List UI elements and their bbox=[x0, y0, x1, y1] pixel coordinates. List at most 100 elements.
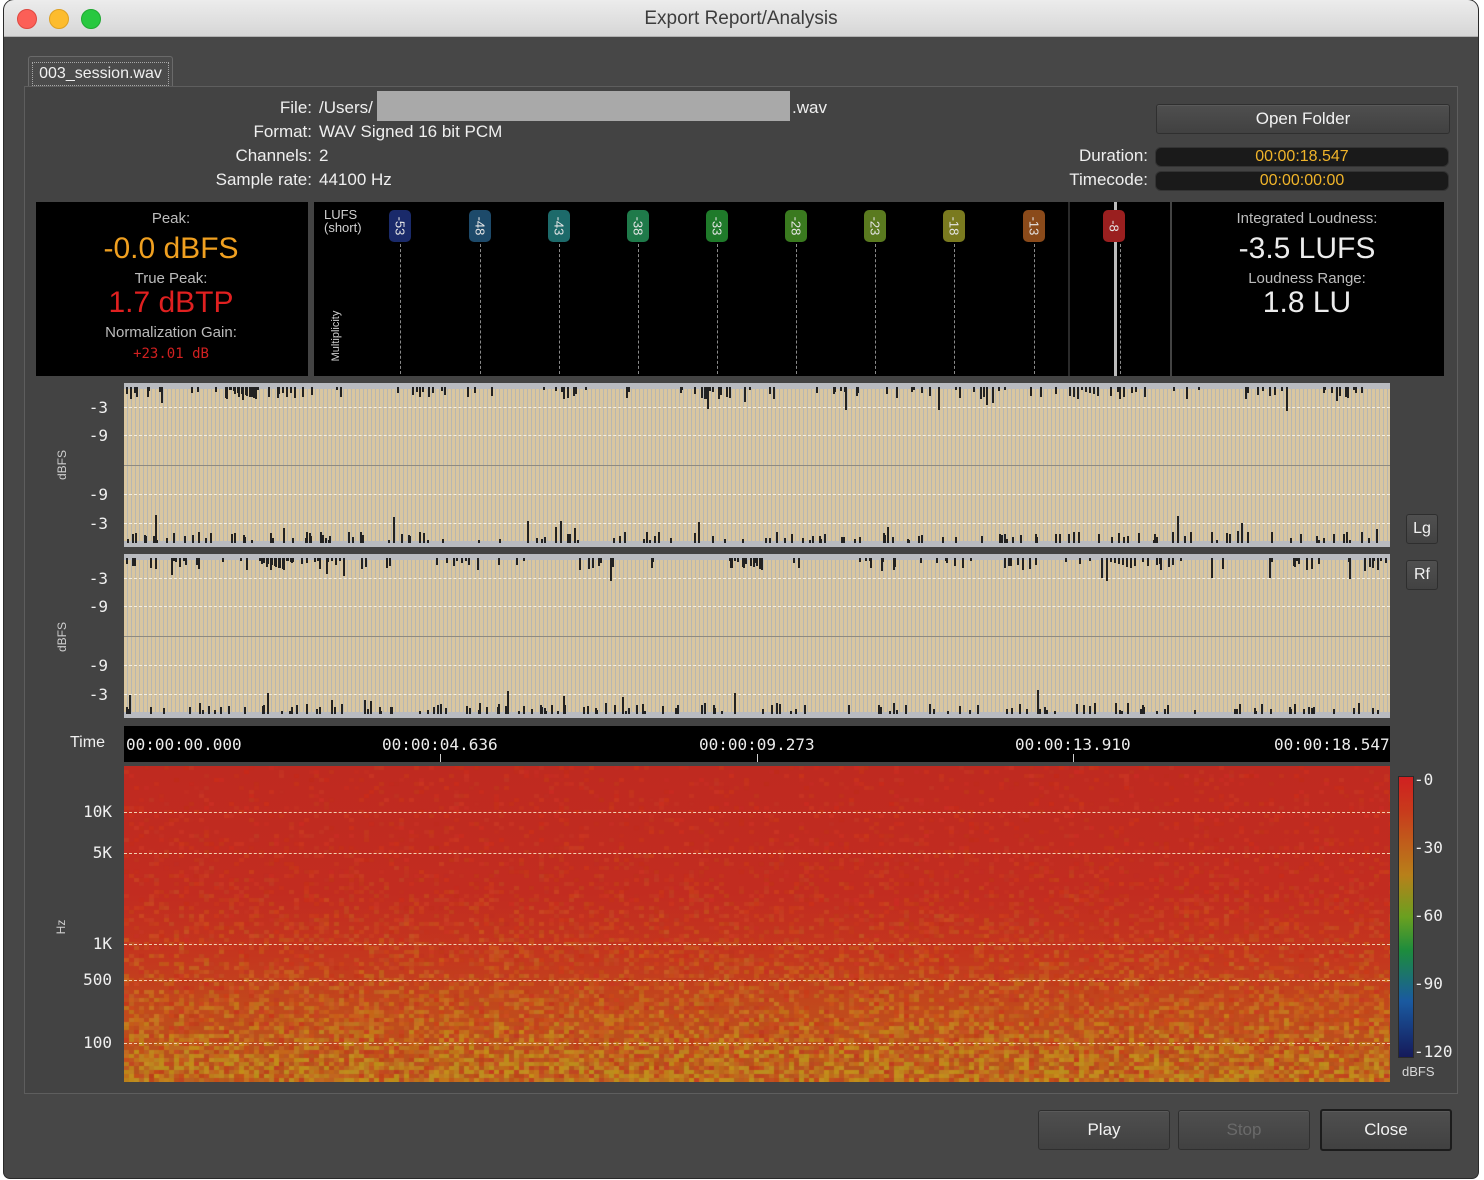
waveform-peak bbox=[198, 532, 200, 543]
waveform-peak bbox=[959, 706, 961, 714]
duration-field: 00:00:18.547 bbox=[1155, 147, 1449, 167]
waveform-peak bbox=[257, 387, 259, 390]
waveform-peak bbox=[892, 537, 894, 543]
multiplicity-label: Multiplicity bbox=[330, 310, 342, 362]
waveform-2-axis-label: dBFS bbox=[55, 622, 69, 653]
waveform-peak bbox=[1308, 707, 1310, 714]
timeline-ruler[interactable]: 00:00:00.000 00:00:04.636 00:00:09.273 0… bbox=[124, 726, 1390, 762]
tab-file-label: 003_session.wav bbox=[32, 62, 169, 86]
stop-button[interactable]: Stop bbox=[1178, 1110, 1310, 1150]
grid-line bbox=[124, 523, 1390, 524]
waveform-peak bbox=[287, 558, 289, 561]
waveform-peak bbox=[516, 558, 518, 565]
spectrogram[interactable] bbox=[124, 766, 1390, 1082]
waveform-peak bbox=[335, 558, 337, 565]
waveform-peak bbox=[428, 387, 430, 397]
freq-label: 10K bbox=[83, 802, 112, 821]
waveform-peak bbox=[802, 538, 804, 543]
waveform-peak bbox=[714, 708, 716, 714]
waveform-peak bbox=[1323, 538, 1325, 543]
waveform-peak bbox=[776, 703, 778, 714]
waveform-peak bbox=[628, 387, 630, 392]
waveform-peak bbox=[999, 534, 1001, 543]
waveform-peak bbox=[267, 558, 269, 564]
waveform-peak bbox=[251, 540, 253, 543]
waveform-peak bbox=[468, 558, 470, 565]
waveform-peak bbox=[163, 708, 165, 714]
waveform-peak bbox=[461, 558, 463, 563]
waveform-peak bbox=[1271, 558, 1273, 562]
wave1-label-bot-9: -9 bbox=[88, 485, 108, 504]
waveform-peak bbox=[646, 532, 648, 543]
waveform-peak bbox=[712, 387, 714, 392]
file-path-prefix: /Users/ bbox=[319, 98, 373, 117]
rf-button[interactable]: Rf bbox=[1406, 560, 1438, 590]
waveform-peak bbox=[1115, 703, 1117, 714]
open-folder-button[interactable]: Open Folder bbox=[1156, 104, 1450, 134]
waveform-peak bbox=[175, 558, 177, 562]
waveform-peak bbox=[184, 536, 186, 543]
waveform-peak bbox=[370, 701, 372, 714]
waveform-peak bbox=[334, 707, 336, 714]
waveform-peak bbox=[341, 704, 343, 714]
waveform-peak bbox=[980, 387, 982, 399]
waveform-peak bbox=[228, 706, 230, 714]
waveform-peak bbox=[134, 558, 136, 566]
waveform-peak bbox=[884, 535, 886, 543]
waveform-peak bbox=[1138, 533, 1140, 543]
waveform-peak bbox=[1380, 558, 1382, 561]
waveform-peak bbox=[453, 558, 455, 566]
waveform-peak bbox=[973, 387, 975, 392]
waveform-peak bbox=[596, 710, 598, 714]
waveform-channel-1[interactable] bbox=[124, 383, 1390, 547]
waveform-peak bbox=[791, 534, 793, 543]
waveform-peak bbox=[541, 539, 543, 543]
waveform-peak bbox=[246, 387, 248, 396]
waveform-peak bbox=[824, 534, 826, 543]
close-button[interactable]: Close bbox=[1320, 1109, 1452, 1151]
waveform-peak bbox=[477, 558, 479, 570]
time-tick bbox=[440, 754, 441, 762]
lufs-marker: -23 bbox=[864, 210, 886, 242]
waveform-peak bbox=[970, 558, 972, 561]
lg-button[interactable]: Lg bbox=[1406, 514, 1438, 544]
waveform-peak bbox=[294, 387, 296, 398]
peak-meter: Peak: -0.0 dBFS True Peak: 1.7 dBTP Norm… bbox=[36, 202, 308, 376]
waveform-peak bbox=[544, 708, 546, 714]
waveform-peak bbox=[1055, 534, 1057, 543]
waveform-peak bbox=[701, 387, 703, 398]
waveform-peak bbox=[761, 558, 763, 570]
waveform-peak bbox=[1078, 532, 1080, 543]
waveform-peak bbox=[1040, 387, 1042, 397]
waveform-peak bbox=[1361, 387, 1363, 393]
waveform-peak bbox=[339, 558, 341, 561]
lufs-marker-line bbox=[638, 244, 639, 374]
waveform-peak bbox=[1030, 387, 1032, 396]
waveform-peak bbox=[729, 387, 731, 398]
file-label: File: bbox=[279, 98, 312, 117]
channels-value: 2 bbox=[319, 146, 329, 165]
waveform-peak bbox=[292, 538, 294, 543]
waveform-peak bbox=[913, 387, 915, 390]
waveform-peak bbox=[896, 387, 898, 398]
tab-file[interactable]: 003_session.wav bbox=[28, 56, 173, 87]
waveform-peak bbox=[1311, 708, 1313, 714]
waveform-peak bbox=[1167, 705, 1169, 714]
waveform-peak bbox=[709, 387, 711, 391]
waveform-peak bbox=[1168, 558, 1170, 567]
play-button[interactable]: Play bbox=[1038, 1110, 1170, 1150]
waveform-peak bbox=[263, 705, 265, 714]
waveform-peak bbox=[893, 703, 895, 714]
waveform-peak bbox=[340, 387, 342, 397]
waveform-peak bbox=[933, 709, 935, 714]
waveform-peak bbox=[1164, 709, 1166, 714]
waveform-peak bbox=[1134, 558, 1136, 566]
grid-line bbox=[124, 407, 1390, 408]
waveform-peak bbox=[263, 558, 265, 563]
waveform-peak bbox=[769, 387, 771, 394]
waveform-channel-2[interactable] bbox=[124, 554, 1390, 718]
waveform-peak bbox=[642, 704, 644, 714]
waveform-peak bbox=[819, 536, 821, 543]
wave2-label-top-9: -9 bbox=[88, 597, 108, 616]
freq-grid-line bbox=[124, 944, 1390, 945]
